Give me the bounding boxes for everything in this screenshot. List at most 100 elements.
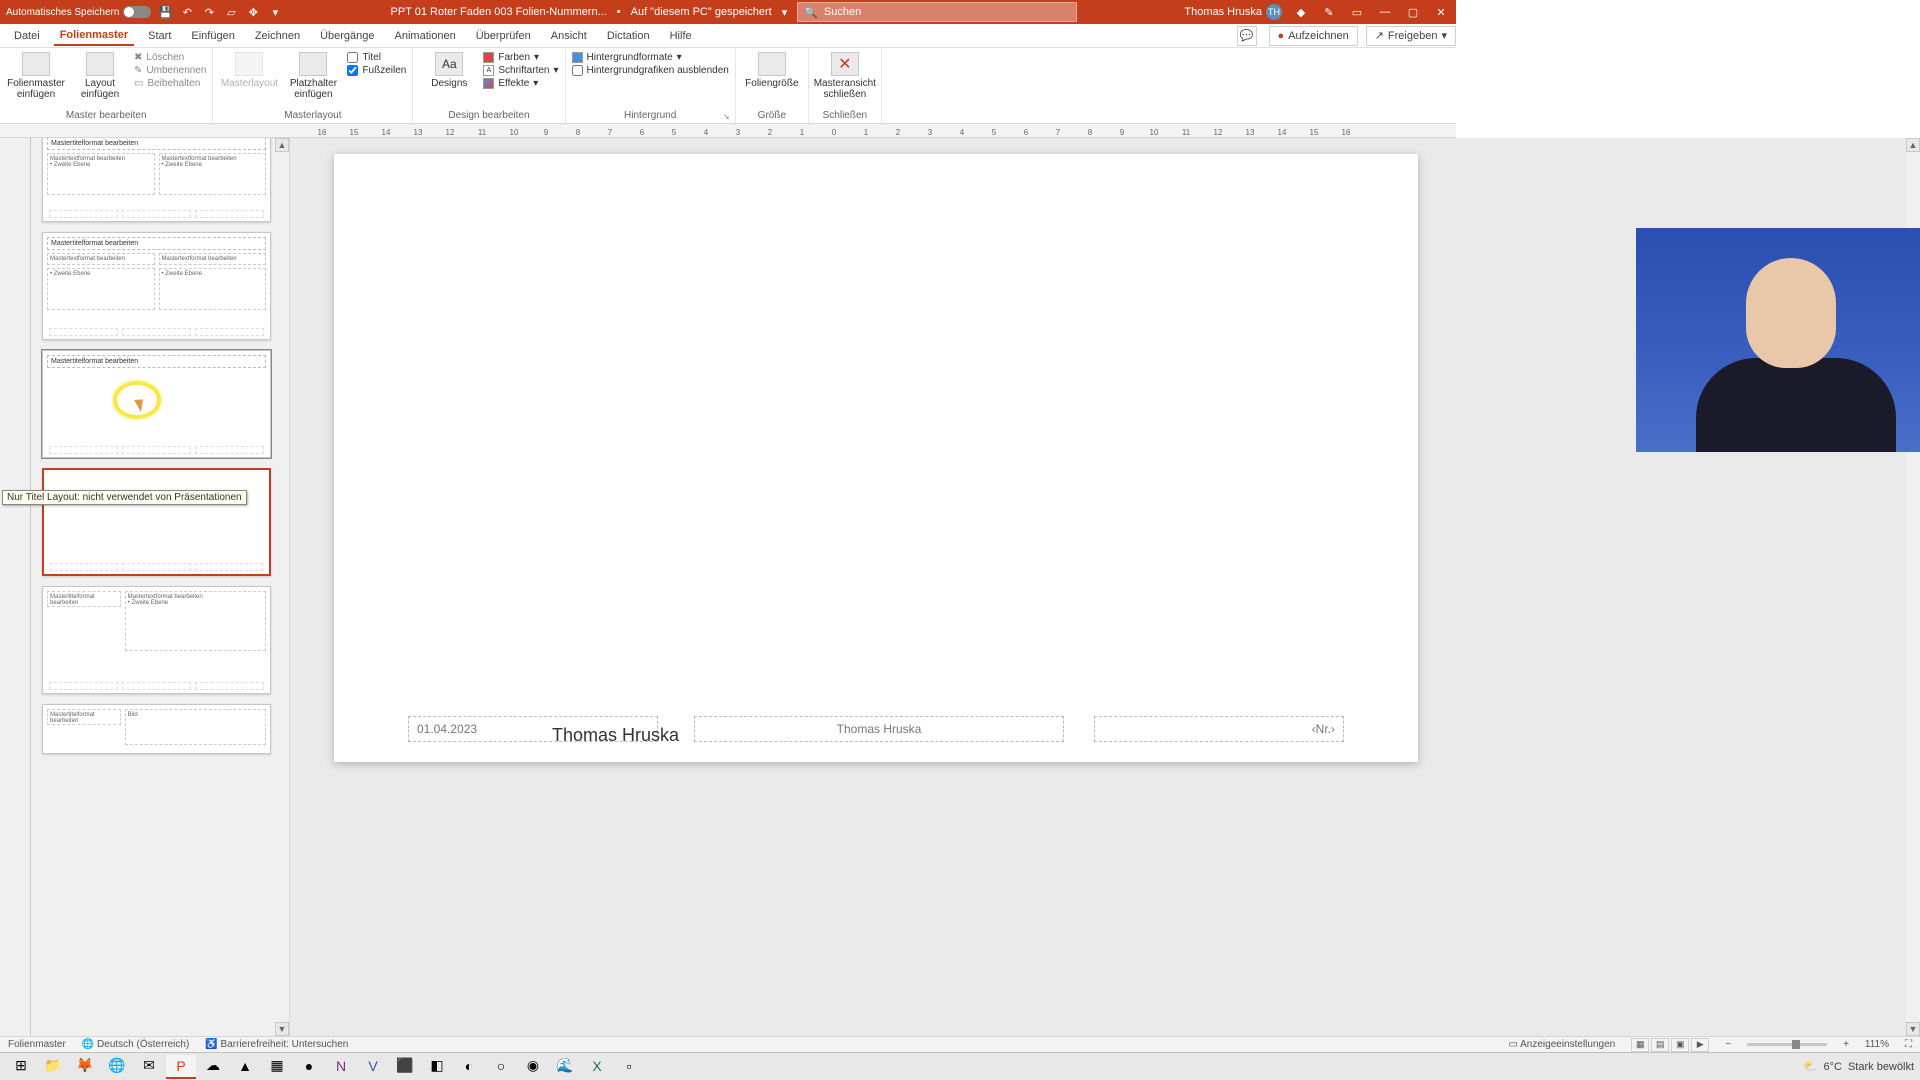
document-title[interactable]: PPT 01 Roter Faden 003 Folien-Nummern...	[391, 6, 607, 18]
normal-view-button[interactable]: ▦	[1631, 1038, 1649, 1052]
insert-layout-button[interactable]: Layout einfügen	[70, 50, 130, 100]
zoom-level[interactable]: 111%	[1865, 1039, 1889, 1050]
slideshow-button[interactable]: ▶	[1691, 1038, 1709, 1052]
search-input[interactable]: 🔍 Suchen	[797, 2, 1077, 22]
layout-thumbnail[interactable]: Mastertitelformat bearbeiten Mastertextf…	[42, 232, 271, 340]
weather-widget[interactable]: ⛅ 6°C Stark bewölkt	[1804, 1060, 1914, 1073]
edge-icon[interactable]: 🌊	[550, 1055, 580, 1079]
redo-icon[interactable]: ↷	[201, 4, 217, 20]
zoom-out-button[interactable]: −	[1725, 1039, 1731, 1050]
designs-button[interactable]: AaDesigns	[419, 50, 479, 89]
tab-folienmaster[interactable]: Folienmaster	[54, 26, 134, 46]
title-dropdown-icon[interactable]: ▾	[782, 6, 788, 19]
app-icon[interactable]: ●	[294, 1055, 324, 1079]
outlook-icon[interactable]: ✉	[134, 1055, 164, 1079]
insert-placeholder-button[interactable]: Platzhalter einfügen	[283, 50, 343, 100]
ruler-tick: 15	[1300, 128, 1328, 137]
scroll-up-icon[interactable]: ▲	[275, 138, 289, 152]
app-icon[interactable]: ▫	[614, 1055, 644, 1079]
title-checkbox[interactable]: Titel	[347, 52, 406, 63]
tab-hilfe[interactable]: Hilfe	[664, 27, 698, 45]
insert-slide-master-button[interactable]: Folienmaster einfügen	[6, 50, 66, 100]
ribbon-display-icon[interactable]: ▭	[1348, 3, 1366, 21]
tab-start[interactable]: Start	[142, 27, 177, 45]
maximize-button[interactable]: ▢	[1404, 3, 1422, 21]
tab-datei[interactable]: Datei	[8, 27, 46, 45]
display-settings-button[interactable]: ▭ Anzeigeeinstellungen	[1508, 1039, 1615, 1050]
horizontal-ruler[interactable]: 1615141312111098765432101234567891011121…	[0, 124, 1456, 138]
slide-number-placeholder[interactable]: ‹Nr.›	[1094, 716, 1344, 742]
save-location[interactable]: Auf "diesem PC" gespeichert	[631, 6, 772, 18]
search-placeholder: Suchen	[824, 6, 861, 18]
start-button[interactable]: ⊞	[6, 1055, 36, 1079]
app-icon[interactable]: ☁	[198, 1055, 228, 1079]
excel-icon[interactable]: X	[582, 1055, 612, 1079]
record-button[interactable]: ●Aufzeichnen	[1269, 26, 1358, 46]
layout-thumbnail[interactable]: Mastertitelformat bearbeiten Mastertextf…	[42, 138, 271, 222]
toggle-switch[interactable]	[123, 6, 151, 18]
scroll-down-icon[interactable]: ▼	[275, 1022, 289, 1036]
scroll-down-icon[interactable]: ▼	[1906, 1022, 1920, 1036]
app-icon[interactable]: ⬛	[390, 1055, 420, 1079]
scroll-up-icon[interactable]: ▲	[1906, 138, 1920, 152]
thumbnail-scrollbar[interactable]: ▲ ▼	[275, 138, 289, 1036]
background-dialog-launcher[interactable]: ↘	[723, 112, 733, 122]
auto-save-toggle[interactable]: Automatisches Speichern	[6, 6, 151, 18]
account-button[interactable]: Thomas Hruska TH	[1184, 4, 1282, 20]
obs-icon[interactable]: ◐	[454, 1055, 484, 1079]
layout-thumbnail-title-only[interactable]: Mastertitelformat bearbeiten	[42, 350, 271, 458]
hide-bg-graphics-checkbox[interactable]: Hintergrundgrafiken ausblenden	[572, 65, 729, 76]
app-icon[interactable]: ○	[486, 1055, 516, 1079]
file-explorer-icon[interactable]: 📁	[38, 1055, 68, 1079]
app-icon[interactable]: ▦	[262, 1055, 292, 1079]
zoom-in-button[interactable]: +	[1843, 1039, 1849, 1050]
touch-mode-icon[interactable]: ✥	[245, 4, 261, 20]
onenote-icon[interactable]: N	[326, 1055, 356, 1079]
save-icon[interactable]: 💾	[157, 4, 173, 20]
fit-to-window-button[interactable]: ⛶	[1905, 1039, 1912, 1050]
language-button[interactable]: 🌐 Deutsch (Österreich)	[82, 1039, 189, 1050]
vlc-icon[interactable]: ▲	[230, 1055, 260, 1079]
layout-thumbnail[interactable]: Mastertitelformat bearbeiten Bild	[42, 704, 271, 754]
accessibility-button[interactable]: ♿ Barrierefreiheit: Untersuchen	[205, 1039, 348, 1050]
sorter-view-button[interactable]: ▤	[1651, 1038, 1669, 1052]
app-icon[interactable]: ◧	[422, 1055, 452, 1079]
colors-button[interactable]: Farben ▾	[483, 52, 558, 63]
tab-ueberpruefen[interactable]: Überprüfen	[470, 27, 537, 45]
comments-button[interactable]: 💬	[1237, 26, 1257, 46]
background-formats-button[interactable]: Hintergrundformate ▾	[572, 52, 729, 63]
rename-layout-button[interactable]: ✎ Umbenennen	[134, 65, 206, 76]
slide-canvas[interactable]: 01.04.2023 Thomas Hruska Thomas Hruska ‹…	[334, 154, 1418, 762]
share-button[interactable]: ↗Freigeben▾	[1366, 26, 1456, 46]
layout-thumbnail-blank[interactable]	[42, 468, 271, 576]
layout-thumbnail[interactable]: Mastertitelformat bearbeiten Mastertextf…	[42, 586, 271, 694]
slide-size-button[interactable]: Foliengröße	[742, 50, 802, 89]
effects-button[interactable]: Effekte ▾	[483, 78, 558, 89]
pending-updates-icon[interactable]: ◆	[1292, 3, 1310, 21]
visio-icon[interactable]: V	[358, 1055, 388, 1079]
chrome-icon[interactable]: 🌐	[102, 1055, 132, 1079]
undo-icon[interactable]: ↶	[179, 4, 195, 20]
tab-einfuegen[interactable]: Einfügen	[185, 27, 240, 45]
view-mode-label[interactable]: Folienmaster	[8, 1039, 66, 1050]
ruler-tick: 16	[308, 128, 336, 137]
tab-ansicht[interactable]: Ansicht	[545, 27, 593, 45]
firefox-icon[interactable]: 🦊	[70, 1055, 100, 1079]
coming-soon-icon[interactable]: ✎	[1320, 3, 1338, 21]
fonts-button[interactable]: ASchriftarten ▾	[483, 65, 558, 76]
footers-checkbox[interactable]: Fußzeilen	[347, 65, 406, 76]
tab-zeichnen[interactable]: Zeichnen	[249, 27, 306, 45]
reading-view-button[interactable]: ▣	[1671, 1038, 1689, 1052]
tab-uebergaenge[interactable]: Übergänge	[314, 27, 380, 45]
qat-more-icon[interactable]: ▾	[267, 4, 283, 20]
powerpoint-icon[interactable]: P	[166, 1055, 196, 1079]
app-icon[interactable]: ◉	[518, 1055, 548, 1079]
close-button[interactable]: ✕	[1432, 3, 1450, 21]
tab-dictation[interactable]: Dictation	[601, 27, 656, 45]
footer-placeholder[interactable]: Thomas Hruska	[694, 716, 1064, 742]
tab-animationen[interactable]: Animationen	[389, 27, 462, 45]
zoom-slider[interactable]	[1747, 1043, 1827, 1046]
from-beginning-icon[interactable]: ▱	[223, 4, 239, 20]
minimize-button[interactable]: —	[1376, 3, 1394, 21]
close-master-view-button[interactable]: ✕Masteransicht schließen	[815, 50, 875, 100]
